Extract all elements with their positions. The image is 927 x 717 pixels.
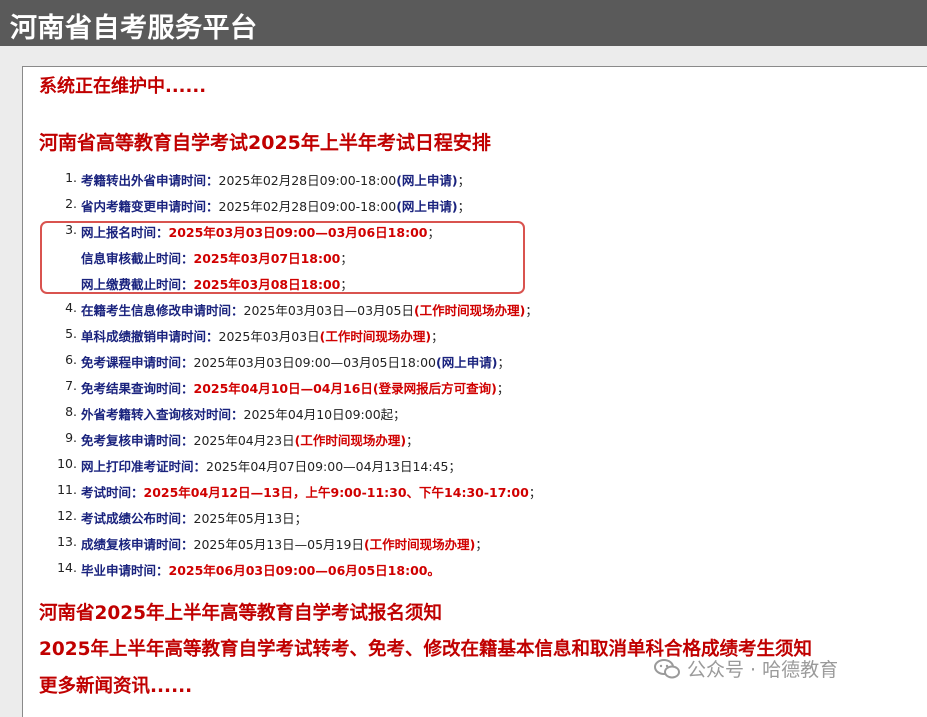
schedule-item: 免考课程申请时间：2025年03月03日09:00—03月05日18:00(网上…: [81, 352, 510, 371]
item-label: 免考复核申请时间：: [81, 433, 194, 448]
schedule-item: 考籍转出外省申请时间：2025年02月28日09:00-18:00(网上申请)；: [81, 170, 470, 189]
item-value: 2025年04月23日: [193, 433, 295, 448]
item-value: 2025年03月03日09:00—03月05日18:00: [193, 355, 436, 370]
item-number: 6.: [65, 352, 77, 367]
schedule-item: 毕业申请时间：2025年06月03日09:00—06月05日18:00。: [81, 560, 440, 579]
schedule-item: 免考复核申请时间：2025年04月23日(工作时间现场办理)；: [81, 430, 419, 449]
item-number: 14.: [57, 560, 77, 575]
item-end: 。: [427, 563, 440, 578]
item-note: (工作时间现场办理): [294, 433, 407, 448]
item-label: 单科成绩撤销申请时间：: [81, 329, 219, 344]
item-number: 11.: [57, 482, 77, 497]
item-end: ；: [406, 433, 419, 448]
item-label: 免考结果查询时间：: [81, 381, 194, 396]
item-number: 2.: [65, 196, 77, 211]
top-header-bar: 河南省自考服务平台: [0, 0, 927, 46]
item-note: (网上申请): [396, 173, 458, 188]
item-end: ；: [448, 459, 462, 474]
item-end: ；: [431, 329, 444, 344]
schedule-item: 网上打印准考证时间：2025年04月07日09:00—04月13日14:45；: [81, 456, 461, 475]
item-number: 1.: [65, 170, 77, 185]
item-end: ；: [475, 537, 488, 552]
schedule-item: 考试时间：2025年04月12日—13日，上午9:00-11:30、下午14:3…: [81, 482, 541, 501]
item-label: 在籍考生信息修改申请时间：: [81, 303, 244, 318]
item-number: 5.: [65, 326, 77, 341]
item-value: 2025年04月10日—04月16日: [193, 381, 373, 396]
item-number: 12.: [57, 508, 77, 523]
item-note: (工作时间现场办理): [413, 303, 526, 318]
item-value: 2025年02月28日09:00-18:00: [218, 173, 397, 188]
item-note: (网上申请): [436, 355, 498, 370]
item-label: 网上打印准考证时间：: [81, 459, 207, 474]
item-value: 2025年05月13日—05月19日: [193, 537, 364, 552]
item-end: ；: [457, 173, 471, 188]
more-news-link[interactable]: 更多新闻资讯......: [39, 672, 192, 698]
item-label: 免考课程申请时间：: [81, 355, 194, 370]
item-number: 10.: [57, 456, 77, 471]
item-value: 2025年05月13日: [193, 511, 295, 526]
item-label: 成绩复核申请时间：: [81, 537, 194, 552]
highlight-box: [40, 221, 525, 294]
registration-notice-link[interactable]: 河南省2025年上半年高等教育自学考试报名须知: [39, 599, 442, 625]
item-label: 考试时间：: [81, 485, 144, 500]
schedule-item: 在籍考生信息修改申请时间：2025年03月03日—03月05日(工作时间现场办理…: [81, 300, 538, 319]
item-value: 2025年02月28日09:00-18:00: [218, 199, 397, 214]
item-label: 考试成绩公布时间：: [81, 511, 194, 526]
item-end: ；: [496, 381, 510, 396]
item-label: 外省考籍转入查询核对时间：: [81, 407, 244, 422]
item-label: 毕业申请时间：: [81, 563, 169, 578]
schedule-item: 省内考籍变更申请时间：2025年02月28日09:00-18:00(网上申请)；: [81, 196, 470, 215]
watermark: 公众号 · 哈德教育: [653, 655, 838, 682]
item-value: 2025年06月03日09:00—06月05日18:00: [168, 563, 428, 578]
item-value: 2025年04月07日09:00—04月13日14:45: [206, 459, 449, 474]
schedule-item: 免考结果查询时间：2025年04月10日—04月16日(登录网报后方可查询)；: [81, 378, 509, 397]
item-value: 2025年04月10日09:00起: [243, 407, 394, 422]
item-note: (工作时间现场办理): [319, 329, 432, 344]
schedule-item: 考试成绩公布时间：2025年05月13日；: [81, 508, 307, 527]
item-note: (网上申请): [396, 199, 458, 214]
item-number: 13.: [57, 534, 77, 549]
item-end: ；: [294, 511, 308, 526]
item-end: ；: [525, 303, 538, 318]
item-value: 2025年03月03日: [218, 329, 320, 344]
item-value: 2025年03月03日—03月05日: [243, 303, 414, 318]
site-title: 河南省自考服务平台: [10, 13, 258, 44]
item-value: 2025年04月12日—13日，上午9:00-11:30、下午14:30-17:…: [143, 485, 529, 500]
schedule-item: 单科成绩撤销申请时间：2025年03月03日(工作时间现场办理)；: [81, 326, 444, 345]
item-number: 8.: [65, 404, 77, 419]
item-end: ；: [393, 407, 406, 422]
item-label: 省内考籍变更申请时间：: [81, 199, 219, 214]
item-number: 4.: [65, 300, 77, 315]
schedule-title[interactable]: 河南省高等教育自学考试2025年上半年考试日程安排: [39, 128, 491, 155]
item-number: 7.: [65, 378, 77, 393]
item-note: (登录网报后方可查询): [372, 381, 497, 396]
item-end: ；: [497, 355, 510, 370]
item-number: 9.: [65, 430, 77, 445]
schedule-item: 外省考籍转入查询核对时间：2025年04月10日09:00起；: [81, 404, 406, 423]
watermark-text: 公众号 · 哈德教育: [687, 659, 839, 681]
item-note: (工作时间现场办理): [363, 537, 476, 552]
maintenance-notice: 系统正在维护中......: [39, 76, 207, 97]
item-end: ；: [528, 485, 542, 500]
item-label: 考籍转出外省申请时间：: [81, 173, 219, 188]
wechat-icon: [654, 658, 680, 678]
schedule-item: 成绩复核申请时间：2025年05月13日—05月19日(工作时间现场办理)；: [81, 534, 488, 553]
item-end: ；: [457, 199, 471, 214]
